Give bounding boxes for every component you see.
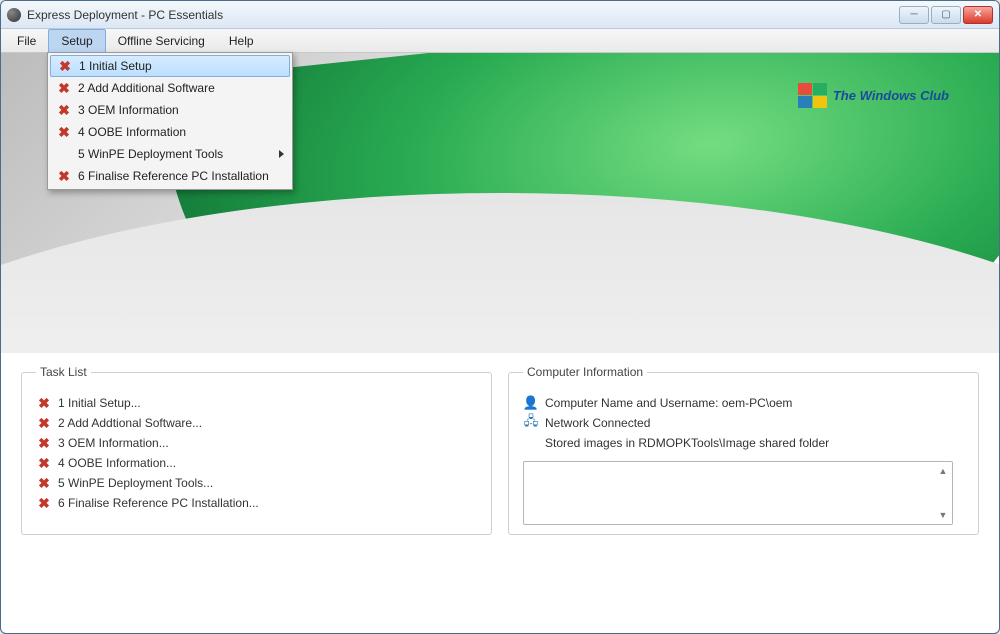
task-list-legend: Task List	[36, 365, 91, 379]
menu-offline-servicing[interactable]: Offline Servicing	[106, 29, 217, 52]
stored-images-label: Stored images in RDMOPKTools\Image share…	[545, 433, 964, 453]
setup-dropdown: ✖ 1 Initial Setup ✖ 2 Add Additional Sof…	[47, 52, 293, 190]
task-oobe-information[interactable]: ✖ 4 OOBE Information...	[36, 453, 477, 473]
close-button[interactable]: ✕	[963, 6, 993, 24]
computer-info-panel: Computer Information 👤 Computer Name and…	[508, 365, 979, 613]
error-x-icon: ✖	[36, 416, 52, 430]
error-x-icon: ✖	[54, 125, 74, 139]
error-x-icon: ✖	[36, 396, 52, 410]
scroll-down-icon[interactable]: ▼	[936, 508, 950, 522]
app-window: Express Deployment - PC Essentials ─ ▢ ✕…	[0, 0, 1000, 634]
error-x-icon: ✖	[36, 476, 52, 490]
minimize-icon: ─	[910, 9, 917, 20]
app-icon	[7, 8, 21, 22]
close-icon: ✕	[974, 9, 982, 20]
maximize-button[interactable]: ▢	[931, 6, 961, 24]
setup-menu-add-additional-software[interactable]: ✖ 2 Add Additional Software	[50, 77, 290, 99]
computer-info-legend: Computer Information	[523, 365, 647, 379]
task-finalise-reference-pc[interactable]: ✖ 6 Finalise Reference PC Installation..…	[36, 493, 477, 513]
minimize-button[interactable]: ─	[899, 6, 929, 24]
error-x-icon: ✖	[55, 59, 75, 73]
network-row: 🖧 Network Connected	[523, 413, 964, 433]
menubar: File Setup Offline Servicing Help	[1, 29, 999, 53]
error-x-icon: ✖	[36, 436, 52, 450]
titlebar: Express Deployment - PC Essentials ─ ▢ ✕	[1, 1, 999, 29]
setup-menu-oobe-information[interactable]: ✖ 4 OOBE Information	[50, 121, 290, 143]
task-add-additional-software[interactable]: ✖ 2 Add Addtional Software...	[36, 413, 477, 433]
menu-setup[interactable]: Setup	[48, 29, 105, 52]
task-list-fieldset: Task List ✖ 1 Initial Setup... ✖ 2 Add A…	[21, 365, 492, 535]
setup-menu-initial-setup[interactable]: ✖ 1 Initial Setup	[50, 55, 290, 77]
error-x-icon: ✖	[54, 169, 74, 183]
brand-logo: The Windows Club	[798, 83, 949, 108]
computer-info-fieldset: Computer Information 👤 Computer Name and…	[508, 365, 979, 535]
error-x-icon: ✖	[36, 496, 52, 510]
setup-menu-oem-information[interactable]: ✖ 3 OEM Information	[50, 99, 290, 121]
maximize-icon: ▢	[941, 9, 950, 20]
menu-help[interactable]: Help	[217, 29, 266, 52]
setup-menu-winpe-deployment-tools[interactable]: 5 WinPE Deployment Tools	[50, 143, 290, 165]
submenu-arrow-icon	[279, 150, 284, 158]
task-oem-information[interactable]: ✖ 3 OEM Information...	[36, 433, 477, 453]
network-icon: 🖧	[523, 415, 539, 431]
error-x-icon: ✖	[54, 81, 74, 95]
user-icon: 👤	[523, 395, 539, 411]
content-area: Task List ✖ 1 Initial Setup... ✖ 2 Add A…	[1, 353, 999, 633]
window-controls: ─ ▢ ✕	[899, 6, 993, 24]
stored-images-textbox[interactable]: ▲ ▼	[523, 461, 953, 525]
error-x-icon: ✖	[54, 103, 74, 117]
task-initial-setup[interactable]: ✖ 1 Initial Setup...	[36, 393, 477, 413]
windows-flag-icon	[798, 83, 827, 108]
window-title: Express Deployment - PC Essentials	[27, 8, 899, 22]
scroll-up-icon[interactable]: ▲	[936, 464, 950, 478]
menu-file[interactable]: File	[5, 29, 48, 52]
task-winpe-deployment-tools[interactable]: ✖ 5 WinPE Deployment Tools...	[36, 473, 477, 493]
setup-menu-finalise-reference-pc[interactable]: ✖ 6 Finalise Reference PC Installation	[50, 165, 290, 187]
task-list-panel: Task List ✖ 1 Initial Setup... ✖ 2 Add A…	[21, 365, 492, 613]
error-x-icon: ✖	[36, 456, 52, 470]
computer-name-row: 👤 Computer Name and Username: oem-PC\oem	[523, 393, 964, 413]
brand-logo-text: The Windows Club	[833, 88, 949, 103]
